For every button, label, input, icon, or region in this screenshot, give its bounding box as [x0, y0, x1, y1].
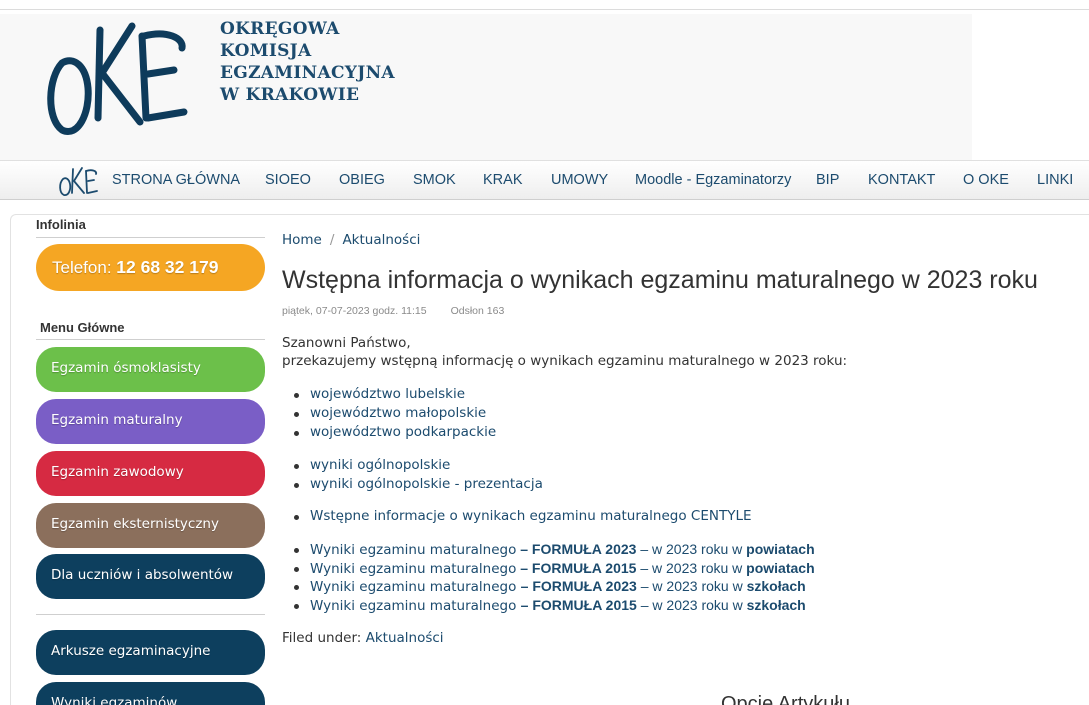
link-malopolskie[interactable]: województwo małopolskie — [293, 405, 486, 421]
menu-item-eksternistyczny[interactable]: Egzamin eksternistyczny — [36, 503, 265, 548]
main-navigation: STRONA GŁÓWNA SIOEO OBIEG SMOK KRAK UMOW… — [0, 160, 1089, 200]
nav-moodle[interactable]: Moodle - Egzaminatorzy — [635, 172, 791, 188]
article-title: Wstępna informacja o wynikach egzaminu m… — [282, 266, 1038, 294]
menu-title: Menu Główne — [40, 320, 125, 335]
sidebar-divider — [36, 614, 265, 615]
link-text: Wyniki egzaminu maturalnego — [310, 542, 517, 558]
link-text: Wyniki egzaminu maturalnego — [310, 598, 521, 614]
formula-label: FORMUŁA 2023 — [532, 578, 637, 594]
link-lubelskie[interactable]: województwo lubelskie — [293, 386, 465, 402]
dash: – — [520, 578, 533, 594]
nav-umowy[interactable]: UMOWY — [551, 172, 608, 188]
menu-item-maturalny[interactable]: Egzamin maturalny — [36, 399, 265, 444]
nav-krak[interactable]: KRAK — [483, 172, 523, 188]
org-line: KOMISJA — [220, 41, 312, 61]
article-options-heading: Opcje Artykułu — [721, 693, 850, 705]
link-text: Wyniki egzaminu maturalnego — [310, 579, 521, 595]
link-podkarpackie[interactable]: województwo podkarpackie — [293, 424, 496, 440]
link-wyniki-prezentacja[interactable]: wyniki ogólnopolskie - prezentacja — [294, 476, 543, 492]
link-text: – w 2023 roku w — [636, 578, 747, 594]
formula-label: FORMUŁA 2015 — [531, 560, 637, 576]
formula-label: FORMUŁA 2015 — [532, 597, 637, 613]
phone-number: 12 68 32 179 — [116, 257, 219, 277]
nav-o-oke[interactable]: O OKE — [963, 172, 1009, 188]
breadcrumb-separator: / — [329, 232, 335, 248]
link-text: – w 2023 roku w — [636, 541, 747, 557]
phone-label: Telefon: — [52, 258, 112, 277]
nav-strona-glowna[interactable]: STRONA GŁÓWNA — [112, 172, 240, 188]
oke-home-icon[interactable] — [57, 165, 99, 197]
org-line: EGZAMINACYJNA — [220, 63, 395, 83]
top-divider — [0, 9, 1089, 10]
menu-item-zawodowy[interactable]: Egzamin zawodowy — [36, 451, 265, 496]
nav-kontakt[interactable]: KONTAKT — [868, 172, 935, 188]
link-wyniki-2023-powiaty[interactable]: Wyniki egzaminu maturalnego – FORMUŁA 20… — [294, 541, 815, 558]
oke-logo-icon[interactable] — [42, 18, 192, 138]
scope-label: szkołach — [746, 597, 806, 613]
filed-category-link[interactable]: Aktualności — [366, 630, 444, 646]
sidebar-divider — [36, 339, 265, 340]
article-date: piątek, 07-07-2023 godz. 11:15 — [282, 305, 427, 317]
scope-label: szkołach — [746, 578, 806, 594]
filed-label: Filed under: — [282, 630, 362, 646]
link-wyniki-2023-szkoly[interactable]: Wyniki egzaminu maturalnego – FORMUŁA 20… — [294, 578, 806, 595]
sidebar-divider — [36, 237, 265, 238]
infolinia-title: Infolinia — [36, 217, 86, 232]
dash: – — [516, 541, 532, 557]
filed-under: Filed under: Aktualności — [282, 630, 444, 646]
nav-linki[interactable]: LINKI — [1037, 172, 1073, 188]
intro-text: przekazujemy wstępną informację o wynika… — [282, 353, 848, 369]
link-wyniki-2015-powiaty[interactable]: Wyniki egzaminu maturalnego – FORMUŁA 20… — [294, 560, 815, 577]
nav-smok[interactable]: SMOK — [413, 172, 456, 188]
link-text: Wyniki egzaminu maturalnego — [310, 561, 517, 577]
menu-item-osmoklasisty[interactable]: Egzamin ósmoklasisty — [36, 347, 265, 392]
link-text: – w 2023 roku w — [636, 597, 747, 613]
link-centyle[interactable]: Wstępne informacje o wynikach egzaminu m… — [294, 508, 752, 524]
nav-sioeo[interactable]: SIOEO — [265, 172, 311, 188]
organization-name: OKRĘGOWA KOMISJA EGZAMINACYJNA W KRAKOWI… — [220, 18, 395, 106]
article-meta: piątek, 07-07-2023 godz. 11:15 Odsłon 163 — [282, 305, 504, 317]
nav-bip[interactable]: BIP — [816, 172, 839, 188]
link-wyniki-2015-szkoly[interactable]: Wyniki egzaminu maturalnego – FORMUŁA 20… — [294, 597, 806, 614]
formula-label: FORMUŁA 2023 — [531, 541, 637, 557]
nav-obieg[interactable]: OBIEG — [339, 172, 385, 188]
dash: – — [520, 597, 533, 613]
breadcrumb-home[interactable]: Home — [282, 232, 322, 248]
link-wyniki-ogolnopolskie[interactable]: wyniki ogólnopolskie — [293, 457, 450, 473]
org-line: W KRAKOWIE — [220, 85, 360, 105]
menu-item-arkusze[interactable]: Arkusze egzaminacyjne — [36, 630, 265, 675]
breadcrumb-current[interactable]: Aktualności — [342, 232, 420, 248]
scope-label: powiatach — [746, 541, 815, 557]
org-line: OKRĘGOWA — [220, 19, 340, 39]
breadcrumb: Home / Aktualności — [282, 232, 420, 248]
menu-item-wyniki[interactable]: Wyniki egzaminów — [36, 682, 265, 705]
greeting-text: Szanowni Państwo, — [282, 335, 411, 351]
phone-button[interactable]: Telefon: 12 68 32 179 — [36, 244, 265, 291]
scope-label: powiatach — [746, 560, 815, 576]
dash: – — [516, 560, 532, 576]
article-hits: Odsłon 163 — [450, 305, 505, 317]
menu-item-uczniow[interactable]: Dla uczniów i absolwentów — [36, 554, 265, 599]
link-text: – w 2023 roku w — [636, 560, 747, 576]
